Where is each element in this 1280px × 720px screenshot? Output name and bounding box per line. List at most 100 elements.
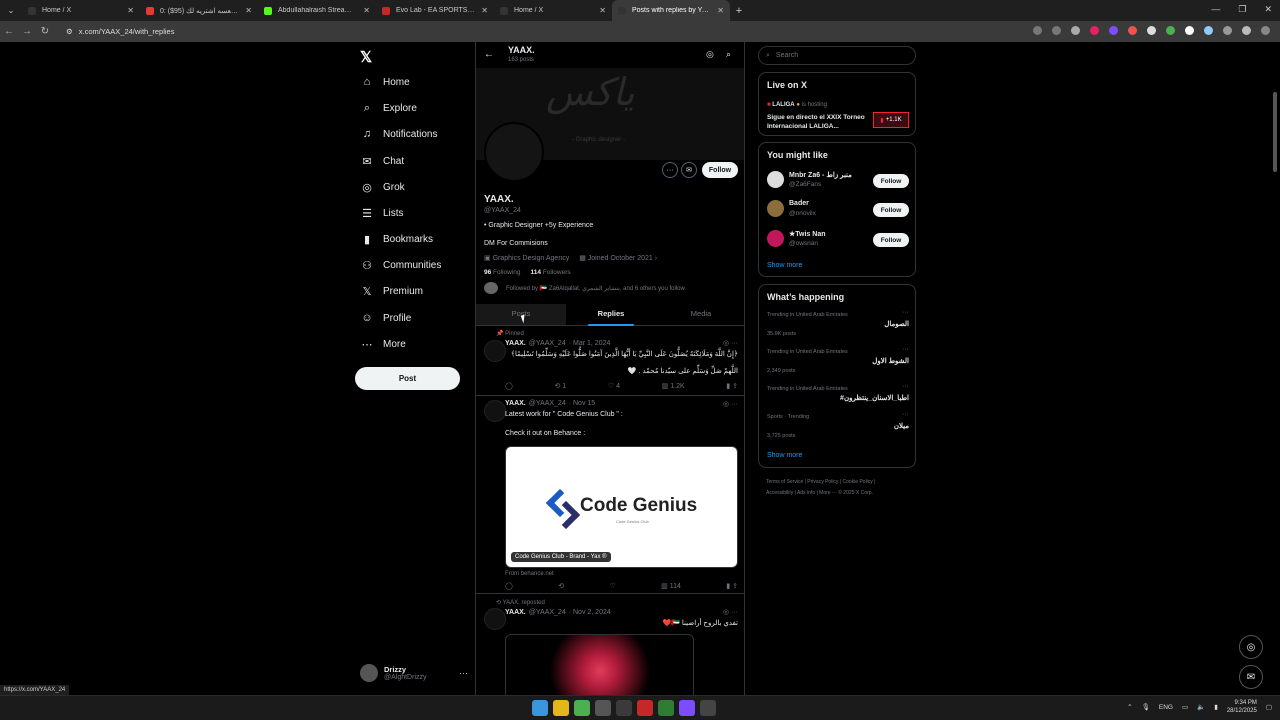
back-icon[interactable]: ← <box>0 26 18 37</box>
tray-chevron-icon[interactable]: ⌃ <box>1127 703 1132 711</box>
nav-item-more[interactable]: ⋯ More <box>361 338 406 351</box>
close-tab-icon[interactable]: ✕ <box>599 6 606 15</box>
live-title[interactable]: Sigue en directo el XXIX Torneo Internac… <box>767 113 872 131</box>
suggestion-item[interactable]: Bader @nnovilx Follow <box>767 199 909 219</box>
spotify-icon[interactable] <box>658 700 674 716</box>
extension-icon[interactable] <box>1166 26 1175 35</box>
tab-replies[interactable]: Replies <box>566 304 656 326</box>
tweet[interactable]: 📌 Pinned YAAX. @YAAX_24 · Mar 1, 2024 ◎ ··… <box>476 326 744 396</box>
menu-icon[interactable] <box>1261 26 1270 35</box>
browser-tab[interactable]: Abdullahalraish Stream - Watch ✕ <box>258 0 376 21</box>
browser-tab[interactable]: Home / X ✕ <box>494 0 612 21</box>
tab-media[interactable]: Media <box>656 304 744 325</box>
search-input[interactable]: ⌕ Search <box>758 46 916 65</box>
live-listeners-badge[interactable]: ▮ +1.1K <box>873 112 909 128</box>
new-tab-button[interactable]: + <box>730 5 748 17</box>
maximize-icon[interactable]: ❐ <box>1238 4 1246 15</box>
network-icon[interactable]: ▭ <box>1182 703 1188 711</box>
footer-line[interactable]: Accessibility | Ads info | More ··· © 20… <box>766 488 916 499</box>
more-icon[interactable]: ··· <box>459 668 468 678</box>
show-more-link[interactable]: Show more <box>767 452 802 459</box>
browser-tab[interactable]: اي شي للعسه اشتريه لك (95$) :0 ✕ <box>140 0 258 21</box>
avatar[interactable] <box>484 608 506 630</box>
profile-icon[interactable] <box>1242 26 1251 35</box>
app-icon[interactable] <box>637 700 653 716</box>
tweet-date[interactable]: · Nov 2, 2024 <box>569 609 611 616</box>
extension-icon[interactable] <box>1090 26 1099 35</box>
extension-icon[interactable] <box>1147 26 1156 35</box>
nav-item-profile[interactable]: ☺ Profile <box>361 312 411 324</box>
more-options-icon[interactable]: ··· <box>662 162 678 178</box>
windows-start-icon[interactable] <box>532 700 548 716</box>
footer-line[interactable]: Terms of Service | Privacy Policy | Cook… <box>766 477 916 488</box>
tweet-date[interactable]: · Nov 15 <box>569 400 595 407</box>
close-tab-icon[interactable]: ✕ <box>127 6 134 15</box>
nav-item-notifications[interactable]: ♫ Notifications <box>361 128 438 140</box>
trend-item[interactable]: Trending in United Arab Emirates ··· الشوط… <box>767 346 909 383</box>
address-bar[interactable]: ⚙ x.com/YAAX_24/with_replies <box>66 27 174 36</box>
views-button[interactable]: ▥ 114 <box>661 582 681 590</box>
message-icon[interactable]: ✉ <box>681 162 697 178</box>
more-icon[interactable]: ··· <box>902 346 909 353</box>
browser-active-icon[interactable] <box>616 700 632 716</box>
reply-icon[interactable]: ◯ <box>505 582 513 590</box>
tweet-date[interactable]: · Mar 1, 2024 <box>569 340 611 347</box>
nav-item-grok[interactable]: ◎ Grok <box>361 181 404 194</box>
x-logo-icon[interactable]: 𝕏 <box>360 48 372 66</box>
minimize-icon[interactable]: — <box>1211 4 1220 15</box>
retweet-icon[interactable]: ⟲ <box>558 582 564 590</box>
trend-item[interactable]: Trending in United Arab Emirates ··· الصوم… <box>767 309 909 346</box>
nav-item-bookmarks[interactable]: ▮ Bookmarks <box>361 233 433 246</box>
tweet-author[interactable]: YAAX. <box>505 400 526 407</box>
mic-icon[interactable]: 🎙 <box>1142 703 1150 711</box>
nav-item-explore[interactable]: ⌕ Explore <box>361 102 417 115</box>
link-card-image[interactable]: Code Genius Code Genius Club Code Genius… <box>505 446 738 568</box>
nav-item-lists[interactable]: ☰ Lists <box>361 207 404 220</box>
github-icon[interactable] <box>595 700 611 716</box>
follow-button[interactable]: Follow <box>873 203 909 217</box>
nav-item-home[interactable]: ⌂ Home <box>361 76 410 88</box>
tweet-media-image[interactable] <box>505 634 694 695</box>
follow-button[interactable]: Follow <box>702 162 738 178</box>
browser-tab[interactable]: Evo Lab - EA SPORTS FC 26 - FI ✕ <box>376 0 494 21</box>
reply-icon[interactable]: ◯ <box>505 382 513 390</box>
close-tab-icon[interactable]: ✕ <box>717 6 724 15</box>
tweet-author[interactable]: YAAX. <box>505 340 526 347</box>
site-info-icon[interactable]: ⚙ <box>66 27 73 36</box>
avatar[interactable] <box>484 400 506 422</box>
like-button[interactable]: ♡ 4 <box>608 382 620 390</box>
avatar[interactable] <box>484 340 506 362</box>
follow-button[interactable]: Follow <box>873 174 909 188</box>
tweet-author[interactable]: YAAX. <box>505 609 526 616</box>
file-explorer-icon[interactable] <box>553 700 569 716</box>
bookmark-star-icon[interactable] <box>1071 26 1080 35</box>
browser-tab[interactable]: Home / X ✕ <box>22 0 140 21</box>
card-source[interactable]: From behance.net <box>505 571 554 577</box>
extension-icon[interactable] <box>1185 26 1194 35</box>
suggestion-item[interactable]: ★Twis Nan @owsnan Follow <box>767 229 909 249</box>
grok-more-icon[interactable]: ◎ ··· <box>723 339 738 347</box>
cast-icon[interactable] <box>1052 26 1061 35</box>
grok-fab-icon[interactable]: ◎ <box>1239 635 1263 659</box>
chrome-icon[interactable] <box>574 700 590 716</box>
grok-icon[interactable]: ◎ <box>706 49 714 60</box>
suggestion-item[interactable]: Mnbr Za6 - منبر زاط @Za6Fans Follow <box>767 170 909 190</box>
live-host[interactable]: ■ LALIGA ● is hosting <box>767 102 827 108</box>
grok-more-icon[interactable]: ◎ ··· <box>723 400 738 408</box>
close-tab-icon[interactable]: ✕ <box>245 6 252 15</box>
following-link[interactable]: 96 Following <box>484 269 521 276</box>
show-more-link[interactable]: Show more <box>767 262 802 269</box>
like-icon[interactable]: ♡ <box>610 582 616 590</box>
tab-search-icon[interactable]: ⌄ <box>0 6 22 15</box>
volume-icon[interactable]: 🔈 <box>1197 703 1205 711</box>
nav-item-premium[interactable]: 𝕏 Premium <box>361 285 423 298</box>
language-indicator[interactable]: ENG <box>1159 704 1173 711</box>
zoom-icon[interactable] <box>1033 26 1042 35</box>
extension-icon[interactable] <box>1204 26 1213 35</box>
extension-icon[interactable] <box>1128 26 1137 35</box>
joined-item[interactable]: ▦ Joined October 2021 › <box>579 254 657 262</box>
search-icon[interactable]: ⌕ <box>726 49 731 60</box>
followers-link[interactable]: 114 Followers <box>531 269 571 276</box>
post-button[interactable]: Post <box>355 367 460 390</box>
follow-button[interactable]: Follow <box>873 233 909 247</box>
